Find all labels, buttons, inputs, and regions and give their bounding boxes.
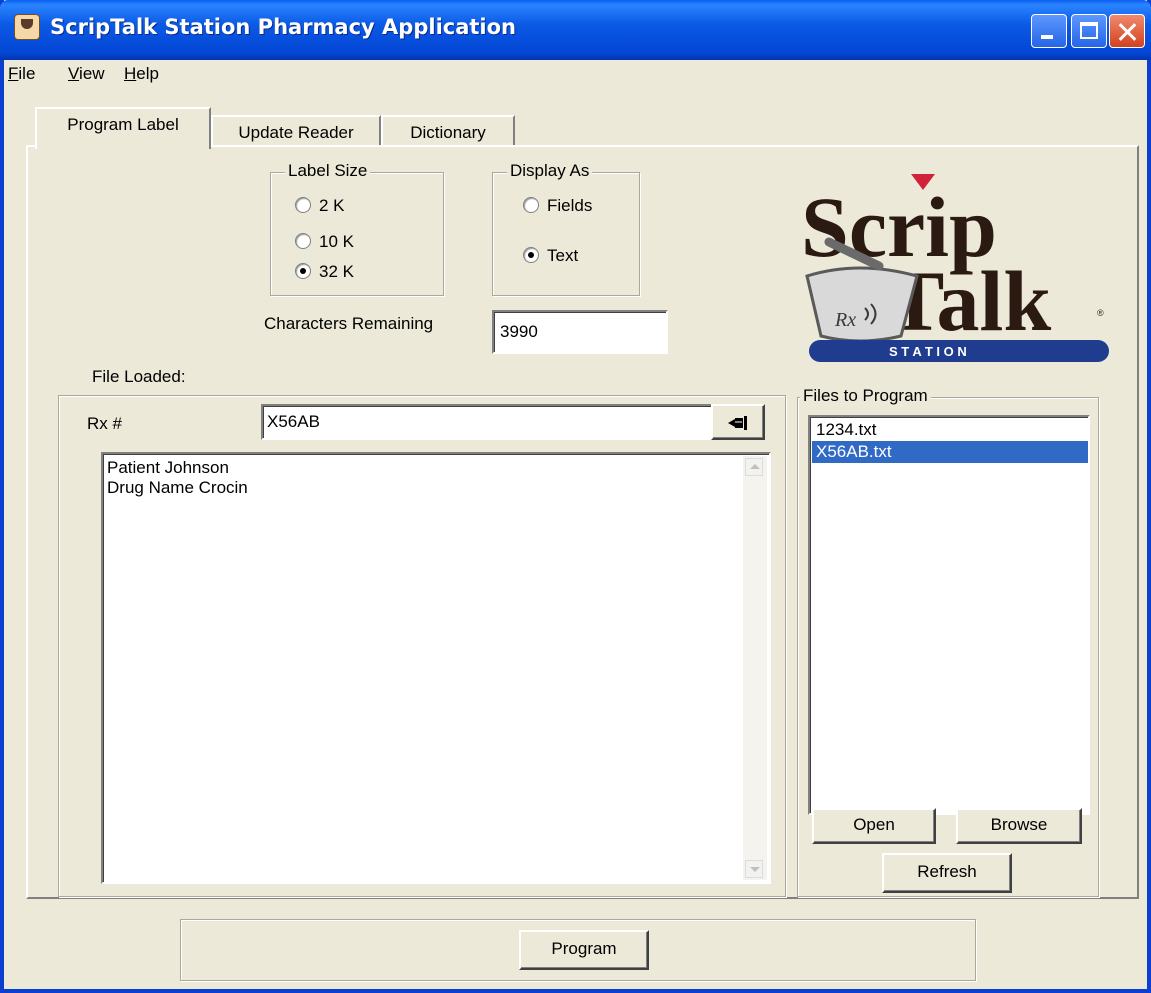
label-text-line: Patient Johnson <box>107 458 229 477</box>
label-size-2k-radio[interactable]: 2 K <box>295 196 345 216</box>
app-icon[interactable] <box>14 14 40 40</box>
label-text-area[interactable]: Patient Johnson Drug Name Crocin <box>101 452 771 884</box>
file-list-item-selected[interactable]: X56AB.txt <box>812 441 1088 463</box>
close-button[interactable] <box>1109 14 1145 48</box>
label-size-legend: Label Size <box>285 161 371 181</box>
display-text-radio[interactable]: Text <box>523 246 578 266</box>
scroll-down-arrow-icon[interactable] <box>745 860 763 878</box>
minimize-button[interactable] <box>1031 14 1067 48</box>
window-title: ScripTalk Station Pharmacy Application <box>50 15 516 39</box>
display-as-group: Display As Fields Text <box>492 161 640 296</box>
program-bar: Program <box>180 919 976 981</box>
scan-button[interactable] <box>711 404 765 440</box>
file-list-item[interactable]: 1234.txt <box>812 419 1088 441</box>
menu-file[interactable]: File <box>8 64 35 84</box>
open-button[interactable]: Open <box>812 808 936 844</box>
program-button[interactable]: Program <box>519 930 649 970</box>
logo-rx-mark: Rx <box>834 309 856 331</box>
display-fields-radio[interactable]: Fields <box>523 196 592 216</box>
label-size-group: Label Size 2 K 10 K 32 K <box>270 161 444 296</box>
label-size-10k-radio[interactable]: 10 K <box>295 232 354 252</box>
label-size-32k-radio[interactable]: 32 K <box>295 262 354 282</box>
file-loaded-label: File Loaded: <box>92 367 186 386</box>
menu-bar: File View Help <box>4 60 1147 90</box>
rx-number-label: Rx # <box>87 414 122 433</box>
logo-station-band: S T A T I O N <box>889 344 967 359</box>
rx-number-input[interactable]: X56AB <box>261 404 759 440</box>
title-bar[interactable]: ScripTalk Station Pharmacy Application <box>0 0 1151 60</box>
svg-text:®: ® <box>1097 308 1104 318</box>
browse-button[interactable]: Browse <box>956 808 1082 844</box>
characters-remaining-label: Characters Remaining <box>264 314 434 333</box>
maximize-button[interactable] <box>1071 14 1107 48</box>
refresh-button[interactable]: Refresh <box>882 853 1012 893</box>
files-to-program-group: Files to Program 1234.txt X56AB.txt Open… <box>797 386 1099 897</box>
scroll-up-arrow-icon[interactable] <box>745 458 763 476</box>
label-text-line: Drug Name Crocin <box>107 478 248 497</box>
text-vertical-scrollbar[interactable] <box>743 456 767 880</box>
radio-indicator <box>295 197 311 213</box>
files-to-program-legend: Files to Program <box>800 386 931 406</box>
scriptalk-logo: Scrip Talk ® Rx S T A T I O N <box>801 174 1109 362</box>
display-as-legend: Display As <box>507 161 593 181</box>
menu-help[interactable]: Help <box>124 64 159 84</box>
hand-scanner-icon <box>728 415 747 430</box>
files-list[interactable]: 1234.txt X56AB.txt <box>808 415 1090 815</box>
radio-indicator <box>523 197 539 213</box>
label-text-content: Patient Johnson Drug Name Crocin <box>107 458 769 498</box>
characters-remaining-field: 3990 <box>492 310 668 354</box>
radio-indicator <box>295 233 311 249</box>
menu-view[interactable]: View <box>68 64 105 84</box>
radio-indicator-selected <box>523 247 539 263</box>
tab-program-label[interactable]: Program Label <box>35 107 211 149</box>
file-loaded-group: Rx # X56AB Patient Johnson Drug Name Cro… <box>58 395 786 897</box>
radio-indicator-selected <box>295 263 311 279</box>
app-window: ScripTalk Station Pharmacy Application F… <box>0 0 1151 993</box>
